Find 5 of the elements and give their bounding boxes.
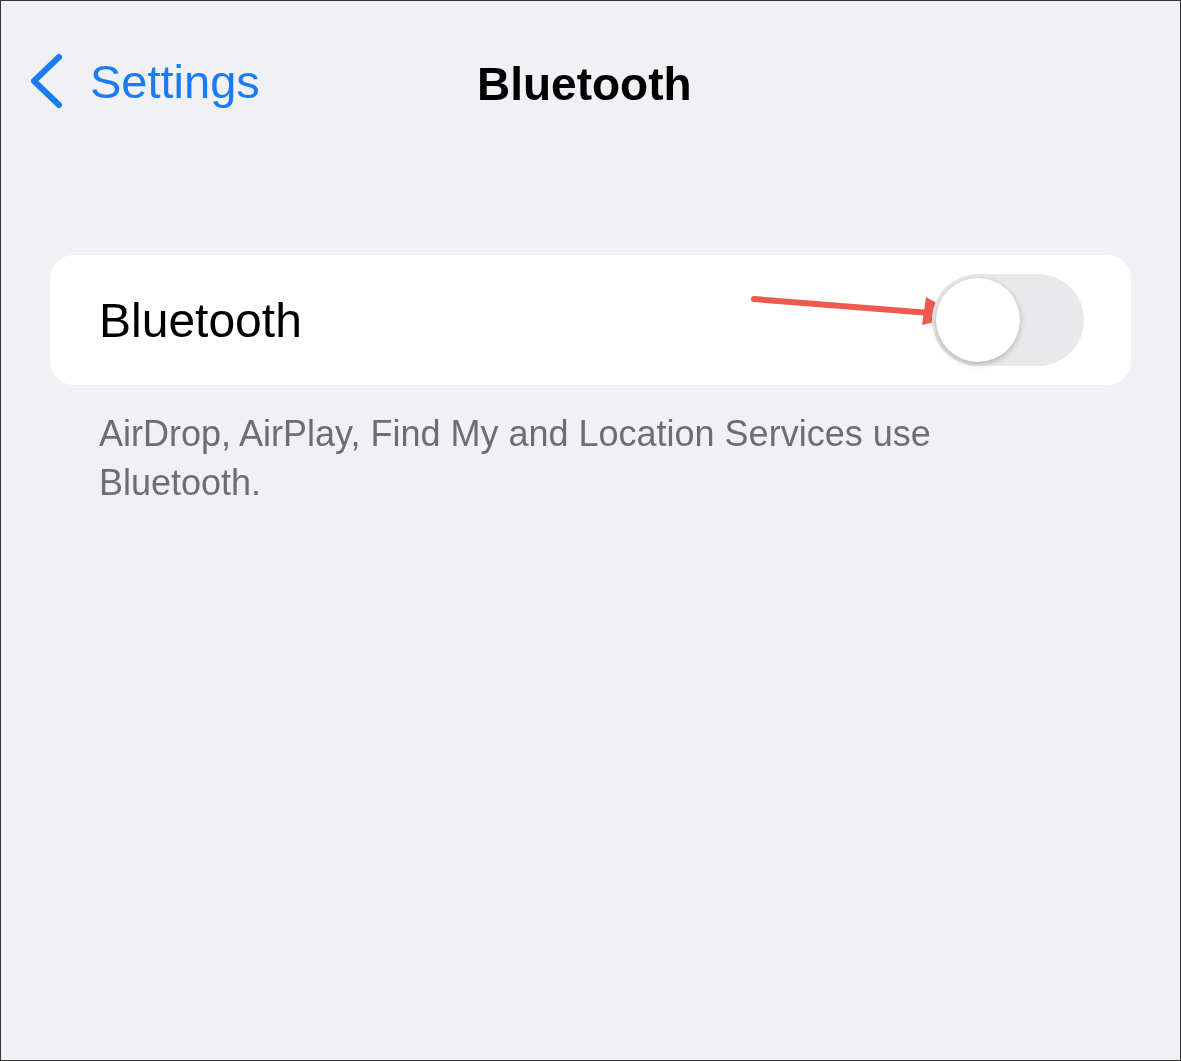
- setting-label: Bluetooth: [99, 292, 302, 348]
- footer-note: AirDrop, AirPlay, Find My and Location Services use Bluetooth.: [99, 412, 932, 505]
- back-chevron-icon: [28, 53, 64, 109]
- page-title: Bluetooth: [477, 57, 692, 111]
- back-button[interactable]: Settings: [1, 53, 260, 109]
